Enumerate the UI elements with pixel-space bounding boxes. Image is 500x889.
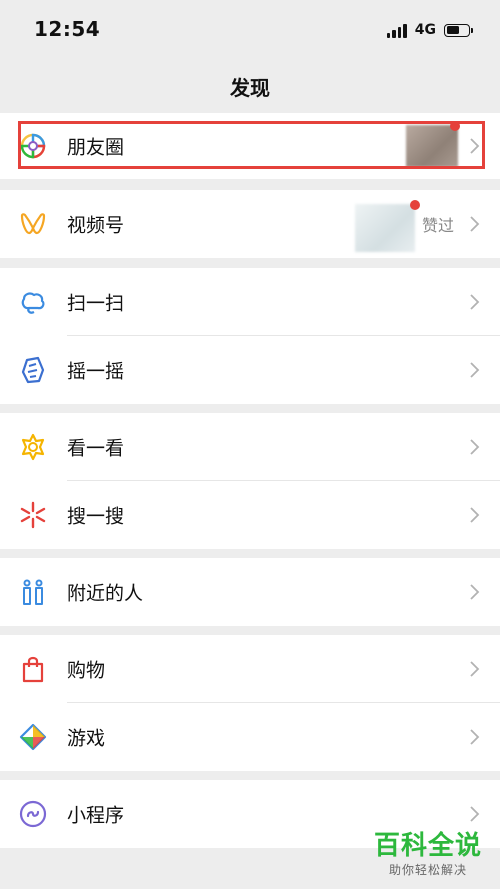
top-stories-icon <box>21 433 45 461</box>
mini-programs-label: 小程序 <box>67 804 125 827</box>
mini-programs-icon <box>19 800 47 828</box>
menu-item-shopping[interactable]: 购物 <box>0 635 500 703</box>
games-label: 游戏 <box>67 727 106 750</box>
chevron-right-icon <box>470 584 480 600</box>
nearby-group: 附近的人 <box>0 558 500 626</box>
moments-group: 朋友圈 <box>0 113 500 179</box>
chevron-right-icon <box>470 507 480 523</box>
top-stories-label: 看一看 <box>67 437 125 460</box>
chevron-right-icon <box>470 362 480 378</box>
network-type: 4G <box>414 22 436 38</box>
status-time: 12:54 <box>34 17 101 41</box>
liked-text: 赞过 <box>421 216 454 235</box>
shopping-label: 购物 <box>67 659 106 682</box>
battery-icon <box>444 23 473 37</box>
nearby-label: 附近的人 <box>67 582 144 605</box>
menu-item-games[interactable]: 游戏 <box>0 703 500 771</box>
watermark: 百科全说 助你轻松解决 <box>370 831 486 881</box>
moments-icon <box>20 133 46 159</box>
chevron-right-icon <box>470 138 480 154</box>
scan-icon <box>21 292 45 314</box>
moments-thumbnail <box>406 125 458 167</box>
page-title: 发现 <box>230 75 270 100</box>
channels-avatar <box>355 204 415 252</box>
status-icons: 4G <box>386 22 473 38</box>
chevron-right-icon <box>470 216 480 232</box>
chevron-right-icon <box>470 729 480 745</box>
chevron-right-icon <box>470 439 480 455</box>
menu-item-shake[interactable]: 摇一摇 <box>0 336 500 404</box>
chevron-right-icon <box>470 661 480 677</box>
games-icon <box>19 723 47 751</box>
signal-icon <box>386 22 407 38</box>
watermark-title: 百科全说 <box>373 831 482 861</box>
channels-group: 视频号 赞过 <box>0 190 500 258</box>
menu-item-moments[interactable]: 朋友圈 <box>0 113 500 179</box>
menu-item-top-stories[interactable]: 看一看 <box>0 413 500 481</box>
menu-item-scan[interactable]: 扫一扫 <box>0 268 500 336</box>
chevron-right-icon <box>470 294 480 310</box>
channels-icon <box>20 213 46 235</box>
stories-search-group: 看一看 搜一搜 <box>0 413 500 549</box>
moments-badge <box>450 121 460 131</box>
menu-item-search[interactable]: 搜一搜 <box>0 481 500 549</box>
search-icon <box>20 501 46 529</box>
nearby-icon <box>23 579 43 605</box>
chevron-right-icon <box>470 806 480 822</box>
shopping-games-group: 购物 游戏 <box>0 635 500 771</box>
menu-item-nearby[interactable]: 附近的人 <box>0 558 500 626</box>
search-label: 搜一搜 <box>67 505 125 528</box>
channels-badge <box>410 200 420 210</box>
shake-icon <box>21 356 45 384</box>
shopping-icon <box>22 656 44 683</box>
scan-shake-group: 扫一扫 摇一摇 <box>0 268 500 404</box>
status-bar: 12:54 4G <box>0 0 500 60</box>
shake-label: 摇一摇 <box>67 360 125 383</box>
watermark-subtitle: 助你轻松解决 <box>388 863 467 877</box>
moments-label: 朋友圈 <box>67 136 125 159</box>
menu-item-channels[interactable]: 视频号 赞过 <box>0 190 500 258</box>
scan-label: 扫一扫 <box>67 292 125 315</box>
channels-label: 视频号 <box>67 214 125 237</box>
